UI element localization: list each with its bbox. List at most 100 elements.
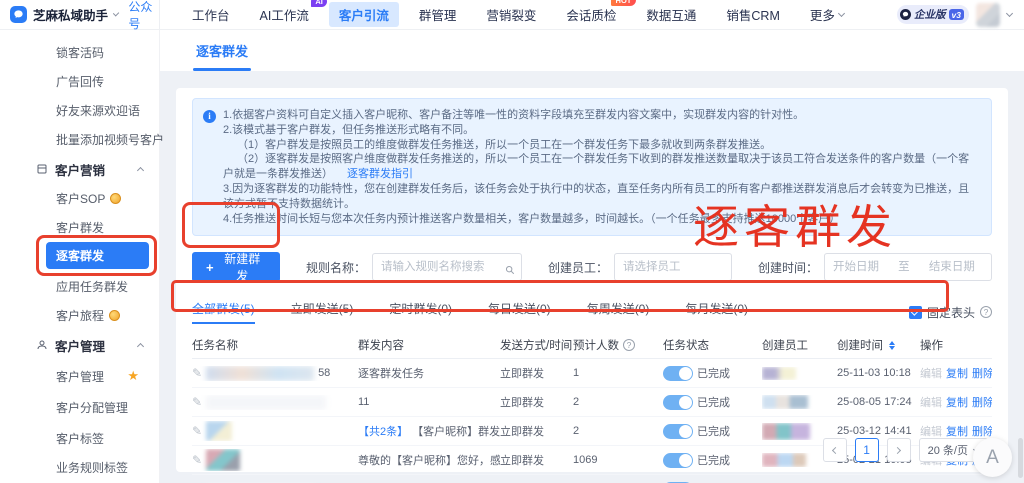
tab-per-customer-mass-send[interactable]: 逐客群发 <box>196 30 248 71</box>
chevron-left-icon <box>832 446 839 453</box>
search-icon[interactable] <box>505 262 515 272</box>
edit-pencil-icon[interactable]: ✎ <box>192 424 202 438</box>
sidebar-item-customer-sop[interactable]: 客户SOP <box>0 184 159 213</box>
nav-item-workbench[interactable]: 工作台 <box>182 2 240 27</box>
sort-icon[interactable] <box>889 341 895 350</box>
nav-item-group-management[interactable]: 群管理 <box>409 2 467 27</box>
brand-chevron-down-icon[interactable] <box>113 10 120 17</box>
nav-item-marketing-fission[interactable]: 营销裂变 <box>476 2 546 27</box>
sidebar-item-lock-qrcode[interactable]: 锁客活码 <box>0 38 159 67</box>
sidebar-item-customer-allocation[interactable]: 客户分配管理 <box>0 392 159 423</box>
redacted-avatar <box>762 453 806 467</box>
tab-monthly-send[interactable]: 每月发送(0) <box>685 300 748 324</box>
create-staff-input[interactable] <box>614 253 732 281</box>
nav-item-data-interchange[interactable]: 数据互通 <box>636 2 706 27</box>
tab-weekly-send[interactable]: 每周发送(0) <box>587 300 650 324</box>
sidebar-item-customer-tags[interactable]: 客户标签 <box>0 423 159 453</box>
section-collapse-chevron-icon <box>137 342 144 349</box>
app-logo-icon <box>10 6 27 23</box>
table-row: ✎ 11 立即群发 2 已完成 25-08-05 17:24 编辑复制删除 <box>192 388 992 417</box>
nav-item-more[interactable]: 更多 <box>800 2 854 27</box>
enable-toggle[interactable] <box>663 366 693 381</box>
fixed-header-checkbox[interactable] <box>909 306 922 319</box>
nav-item-ai-workflow[interactable]: AI工作流AI <box>250 2 319 27</box>
next-page-button[interactable] <box>887 438 911 462</box>
create-mass-send-button[interactable]: + 新建群发 <box>192 252 280 282</box>
sidebar-item-batch-add-video[interactable]: 批量添加视频号客户 <box>0 125 159 154</box>
tab-daily-send[interactable]: 每日发送(0) <box>488 300 551 324</box>
edit-pencil-icon[interactable]: ✎ <box>192 395 202 409</box>
app-window: 芝麻私域助手 公众号 工作台 AI工作流AI 客户引流 群管理 营销裂变 会话质… <box>0 0 1024 483</box>
edit-pencil-icon[interactable]: ✎ <box>192 453 202 467</box>
nav-item-customer-acquisition[interactable]: 客户引流 <box>329 2 399 27</box>
sidebar-section-customer-marketing[interactable]: 客户营销 <box>0 154 159 184</box>
sidebar-section-customer-management[interactable]: 客户管理 <box>0 330 159 360</box>
user-menu-chevron-down-icon[interactable] <box>1006 10 1013 17</box>
management-section-icon <box>36 339 48 351</box>
create-time-range-input[interactable] <box>824 253 992 281</box>
chevron-right-icon <box>894 446 901 453</box>
redacted-thumbnail <box>206 449 240 471</box>
delete-action[interactable]: 删除 <box>972 423 992 439</box>
enable-toggle[interactable] <box>663 453 693 468</box>
page-number-button[interactable]: 1 <box>855 438 879 462</box>
delete-action[interactable]: 删除 <box>972 365 992 381</box>
user-avatar[interactable] <box>976 3 1000 27</box>
edit-pencil-icon[interactable]: ✎ <box>192 366 202 380</box>
edit-action: 编辑 <box>920 365 942 381</box>
tab-scheduled-send[interactable]: 定时群发(0) <box>389 300 452 324</box>
header-creator: 创建员工 <box>762 337 837 353</box>
enable-toggle[interactable] <box>663 395 693 410</box>
header-create-time[interactable]: 创建时间 <box>837 337 920 353</box>
alert-line: 3.因为逐客群发的功能特性，您在创建群发任务后，该任务会处于执行中的状态，直至任… <box>223 182 979 212</box>
question-circle-icon[interactable]: ? <box>980 306 992 318</box>
enable-toggle[interactable] <box>663 424 693 439</box>
tab-all-mass-send[interactable]: 全部群发(5) <box>192 300 255 324</box>
prev-page-button[interactable] <box>823 438 847 462</box>
nav-item-sales-crm[interactable]: 销售CRM <box>716 2 789 27</box>
nav-item-chat-inspection[interactable]: 会话质检HOT <box>556 2 626 27</box>
sidebar-item-customer-journey[interactable]: 客户旅程 <box>0 301 159 330</box>
create-staff-input-wrap <box>614 253 732 281</box>
header-status: 任务状态 <box>663 337 762 353</box>
alert-line: （2）逐客群发是按照客户维度做群发任务推送的，所以一个员工在一个群发任务下收到的… <box>223 152 979 182</box>
fixed-header-label: 固定表头 <box>927 304 975 321</box>
copy-action[interactable]: 复制 <box>946 394 968 410</box>
content-card: i 1.依据客户资料可自定义插入客户昵称、客户备注等唯一性的资料字段填充至群发内… <box>176 88 1008 472</box>
copy-action[interactable]: 复制 <box>946 365 968 381</box>
scrollbar-thumb[interactable] <box>1018 438 1023 478</box>
more-chevron-down-icon <box>838 10 845 17</box>
plus-icon: + <box>206 260 214 275</box>
rule-name-input[interactable] <box>372 253 522 281</box>
redacted-avatar <box>762 367 796 380</box>
header-task-name: 任务名称 <box>192 337 358 353</box>
header-content: 群发内容 <box>358 337 500 353</box>
tab-immediate-send[interactable]: 立即发送(5) <box>291 300 354 324</box>
question-circle-icon[interactable]: ? <box>623 339 635 351</box>
sidebar-item-per-customer-mass-send[interactable]: 逐客群发 <box>46 242 149 269</box>
alert-line: 1.依据客户资料可自定义插入客户昵称、客户备注等唯一性的资料字段填充至群发内容文… <box>223 108 979 123</box>
sidebar-item-app-task-mass-send[interactable]: 应用任务群发 <box>0 272 159 301</box>
star-badge-icon: ★ <box>127 368 139 384</box>
redacted-thumbnail <box>206 421 232 441</box>
sidebar-item-ad-return[interactable]: 广告回传 <box>0 67 159 96</box>
copy-action[interactable]: 复制 <box>946 423 968 439</box>
pagination: 1 20 条/页 <box>823 438 988 462</box>
redacted-avatar <box>762 395 808 409</box>
sidebar-item-customer-management[interactable]: 客户管理★ <box>0 360 159 392</box>
mass-send-guide-link[interactable]: 逐客群发指引 <box>347 168 413 180</box>
sidebar: 锁客活码 广告回传 好友来源欢迎语 批量添加视频号客户 客户营销 客户SOP 客… <box>0 30 160 483</box>
create-staff-label: 创建员工： <box>548 259 608 276</box>
delete-action[interactable]: 删除 <box>972 394 992 410</box>
enterprise-icon <box>900 9 911 20</box>
header-actions: 操作 <box>920 337 992 353</box>
brand-tag[interactable]: 公众号 <box>128 0 159 32</box>
send-type-tabs: 全部群发(5) 立即发送(5) 定时群发(0) 每日发送(0) 每周发送(0) … <box>192 300 992 324</box>
redacted-task-name <box>206 395 326 410</box>
sidebar-item-friend-welcome[interactable]: 好友来源欢迎语 <box>0 96 159 125</box>
sidebar-item-customer-mass-send[interactable]: 客户群发 <box>0 213 159 242</box>
sidebar-item-business-rule-tags[interactable]: 业务规则标签 <box>0 453 159 482</box>
top-navbar: 芝麻私域助手 公众号 工作台 AI工作流AI 客户引流 群管理 营销裂变 会话质… <box>0 0 1024 30</box>
assistant-floating-button[interactable]: A <box>973 438 1012 477</box>
brand-area[interactable]: 芝麻私域助手 公众号 <box>0 0 160 29</box>
